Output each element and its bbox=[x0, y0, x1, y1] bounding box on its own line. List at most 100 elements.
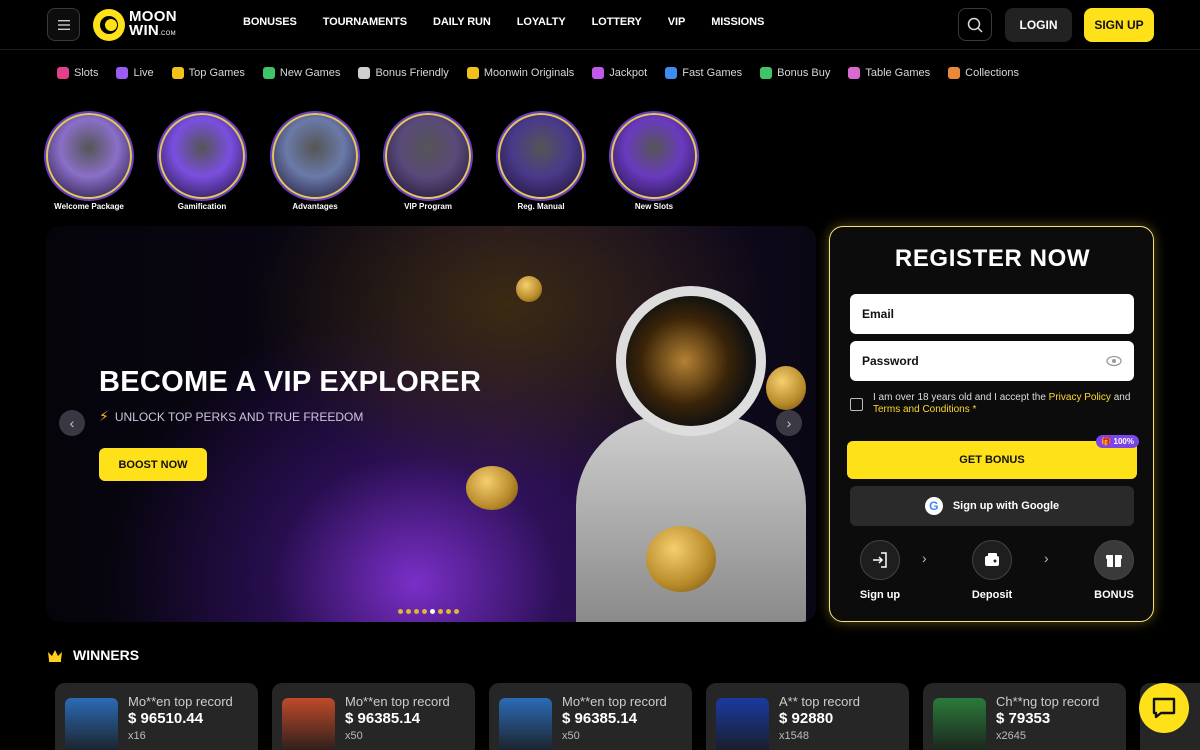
terms-consent: I am over 18 years old and I accept the … bbox=[850, 392, 1140, 416]
winner-multiplier: x50 bbox=[562, 730, 580, 742]
password-placeholder: Password bbox=[862, 354, 919, 368]
story-reg-manual[interactable]: Reg. Manual bbox=[498, 113, 584, 211]
story-vip-program[interactable]: VIP Program bbox=[385, 113, 471, 211]
winner-title: Ch**ng top record bbox=[996, 694, 1100, 709]
story-gamification[interactable]: Gamification bbox=[159, 113, 245, 211]
story-new-slots[interactable]: New Slots bbox=[611, 113, 697, 211]
story-label: VIP Program bbox=[404, 202, 452, 211]
category-slots[interactable]: Slots bbox=[57, 67, 98, 79]
coin-image bbox=[516, 276, 542, 302]
login-button[interactable]: LOGIN bbox=[1005, 8, 1072, 42]
slide-dot[interactable] bbox=[406, 609, 411, 614]
category-new-games[interactable]: New Games bbox=[262, 67, 340, 79]
category-jackpot[interactable]: Jackpot bbox=[592, 67, 647, 79]
email-field[interactable]: Email bbox=[850, 294, 1134, 334]
story-label: Gamification bbox=[177, 202, 227, 211]
signup-button[interactable]: SIGN UP bbox=[1084, 8, 1154, 42]
category-collections[interactable]: Collections bbox=[948, 67, 1019, 79]
winner-card[interactable]: Mo**en top record $ 96385.14 x50 bbox=[489, 683, 692, 750]
category-icon bbox=[665, 67, 678, 79]
winner-card[interactable]: A** top record $ 92880 x1548 bbox=[706, 683, 909, 750]
chat-icon bbox=[1152, 697, 1176, 719]
google-signup-button[interactable]: G Sign up with Google bbox=[850, 486, 1134, 526]
nav-bonuses[interactable]: BONUSES bbox=[243, 16, 297, 28]
lightning-icon: ⚡ bbox=[99, 408, 109, 424]
nav-lottery[interactable]: LOTTERY bbox=[592, 16, 642, 28]
story-label: Advantages bbox=[292, 202, 338, 211]
story-advantages[interactable]: Advantages bbox=[272, 113, 358, 211]
category-icon bbox=[466, 67, 479, 79]
story-welcome-package[interactable]: Welcome Package bbox=[46, 113, 132, 211]
menu-button[interactable] bbox=[47, 8, 80, 41]
nav-vip[interactable]: VIP bbox=[668, 16, 686, 28]
category-fast-games[interactable]: Fast Games bbox=[665, 67, 742, 79]
category-bonus-buy[interactable]: Bonus Buy bbox=[760, 67, 830, 79]
winner-card[interactable]: Ch**ng top record $ 79353 x2645 bbox=[923, 683, 1126, 750]
search-button[interactable] bbox=[958, 8, 992, 41]
nav-loyalty[interactable]: LOYALTY bbox=[517, 16, 566, 28]
step-deposit-label: Deposit bbox=[971, 589, 1013, 601]
terms-conditions-link[interactable]: Terms and Conditions bbox=[873, 404, 970, 415]
winner-card[interactable]: Mo**en top record $ 96385.14 x50 bbox=[272, 683, 475, 750]
story-image bbox=[611, 113, 697, 199]
next-slide-button[interactable]: › bbox=[776, 410, 802, 436]
step-signup-label: Sign up bbox=[859, 589, 901, 601]
search-icon bbox=[967, 17, 983, 33]
wallet-icon bbox=[972, 540, 1012, 580]
winner-card[interactable]: Mo**en top record $ 96510.44 x16 bbox=[55, 683, 258, 750]
category-live[interactable]: Live bbox=[116, 67, 154, 79]
winner-amount: $ 96510.44 bbox=[128, 710, 204, 727]
age-terms-checkbox[interactable] bbox=[850, 398, 863, 411]
chevron-left-icon: ‹ bbox=[69, 415, 75, 431]
get-bonus-button[interactable]: GET BONUS 🎁 100% bbox=[847, 435, 1139, 479]
slide-dot[interactable] bbox=[414, 609, 419, 614]
get-bonus-label: GET BONUS bbox=[959, 454, 1025, 466]
boost-now-button[interactable]: BOOST NOW bbox=[99, 448, 207, 481]
story-image bbox=[498, 113, 584, 199]
hero-banner: BECOME A VIP EXPLORER ⚡ UNLOCK TOP PERKS… bbox=[46, 226, 816, 622]
category-label: Fast Games bbox=[682, 67, 743, 79]
nav-missions[interactable]: MISSIONS bbox=[711, 16, 764, 28]
story-label: Welcome Package bbox=[54, 202, 124, 211]
chat-button[interactable] bbox=[1139, 683, 1189, 733]
category-bonus-friendly[interactable]: Bonus Friendly bbox=[358, 67, 449, 79]
login-arrow-icon bbox=[860, 540, 900, 580]
signup-steps: Sign up › Deposit › BONUS bbox=[850, 540, 1140, 605]
privacy-policy-link[interactable]: Privacy Policy bbox=[1049, 392, 1111, 403]
category-label: Table Games bbox=[865, 67, 931, 79]
gift-icon bbox=[1094, 540, 1134, 580]
terms-prefix: I am over 18 years old and I accept the bbox=[873, 392, 1046, 403]
slide-dot[interactable] bbox=[446, 609, 451, 614]
category-moonwin-originals[interactable]: Moonwin Originals bbox=[466, 67, 574, 79]
eye-icon[interactable] bbox=[1106, 353, 1122, 369]
slide-dot[interactable] bbox=[454, 609, 459, 614]
register-panel: REGISTER NOW Email Password I am over 18… bbox=[829, 226, 1154, 622]
game-thumbnail bbox=[282, 698, 335, 750]
slide-dot[interactable] bbox=[438, 609, 443, 614]
hero-title: BECOME A VIP EXPLORER bbox=[99, 366, 482, 398]
winner-amount: $ 92880 bbox=[779, 710, 834, 727]
logo[interactable]: MOON WIN.COM bbox=[93, 8, 189, 42]
winner-title: Mo**en top record bbox=[562, 694, 667, 709]
coin-image bbox=[646, 526, 716, 592]
winner-multiplier: x1548 bbox=[779, 730, 809, 742]
winner-amount: $ 79353 bbox=[996, 710, 1051, 727]
category-table-games[interactable]: Table Games bbox=[848, 67, 930, 79]
category-label: Bonus Friendly bbox=[375, 67, 449, 79]
category-top-games[interactable]: Top Games bbox=[171, 67, 245, 79]
slide-dot[interactable] bbox=[430, 609, 435, 614]
slide-dot[interactable] bbox=[398, 609, 403, 614]
winners-title: WINNERS bbox=[73, 647, 140, 663]
logo-text-line2: WIN bbox=[129, 21, 160, 39]
password-field[interactable]: Password bbox=[850, 341, 1134, 381]
nav-tournaments[interactable]: TOURNAMENTS bbox=[323, 16, 407, 28]
prev-slide-button[interactable]: ‹ bbox=[59, 410, 85, 436]
story-image bbox=[46, 113, 132, 199]
hero-subtitle-text: UNLOCK TOP PERKS AND TRUE FREEDOM bbox=[114, 409, 364, 424]
slide-dot[interactable] bbox=[422, 609, 427, 614]
nav-daily-run[interactable]: DAILY RUN bbox=[433, 16, 491, 28]
step-deposit: Deposit bbox=[962, 540, 1022, 601]
crown-icon bbox=[48, 649, 62, 662]
winner-amount: $ 96385.14 bbox=[562, 710, 638, 727]
category-label: Bonus Buy bbox=[777, 67, 831, 79]
